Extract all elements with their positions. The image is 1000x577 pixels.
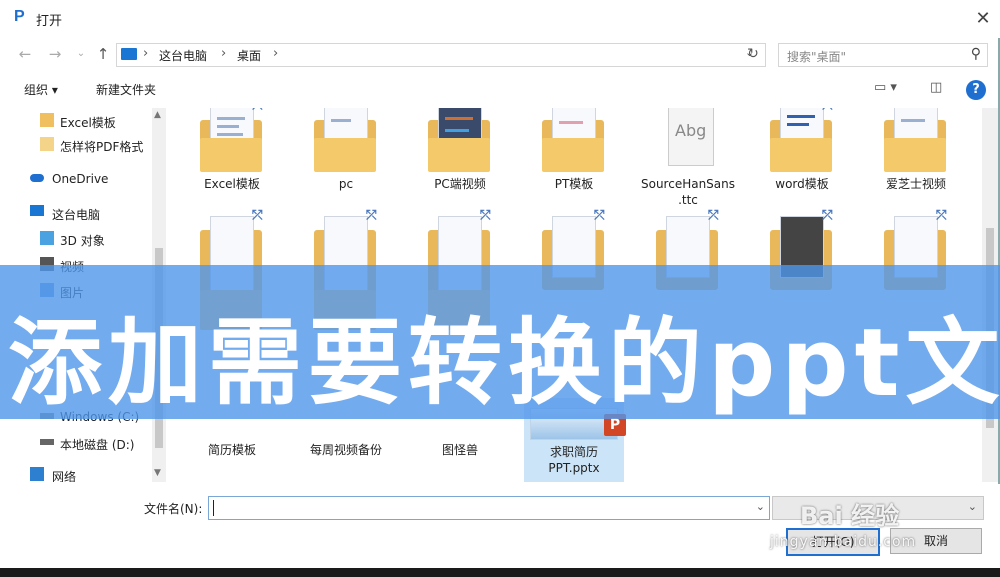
breadcrumb-desktop[interactable]: 桌面 (237, 47, 261, 64)
search-input[interactable]: 搜索"桌面" ⚲ (778, 43, 988, 67)
computer-icon (30, 205, 44, 216)
organize-button[interactable]: 组织 ▾ (24, 81, 58, 98)
folder-icon (314, 108, 376, 172)
cloud-icon (30, 174, 44, 182)
preview-pane-icon[interactable]: ◫ (930, 80, 942, 95)
sidebar-item-excel-templates[interactable]: Excel模板 (0, 110, 150, 132)
watermark-logo-text: Bai 经验 (800, 502, 900, 530)
folder-item-word-templates[interactable]: ⤱ word模板 (752, 108, 852, 228)
window-title: 打开 (36, 14, 63, 29)
sidebar-item-label: 这台电脑 (52, 208, 101, 222)
recent-locations-icon[interactable]: ⌄ (70, 44, 92, 64)
wps-app-icon: P (14, 8, 25, 25)
help-icon[interactable]: ? (966, 80, 986, 100)
file-name: word模板 (775, 177, 829, 191)
filename-label: 文件名(N): (144, 502, 203, 516)
network-icon (30, 467, 44, 481)
folder-icon: ⤱ (770, 108, 832, 172)
file-name: Excel模板 (204, 177, 260, 191)
sidebar-item-drive-d[interactable]: 本地磁盘 (D:) (0, 432, 150, 454)
up-arrow-icon[interactable]: ↑ (92, 44, 114, 64)
search-placeholder: 搜索"桌面" (787, 50, 847, 64)
sidebar-item-network[interactable]: 网络 (0, 464, 150, 482)
forward-arrow-icon[interactable]: → (44, 44, 66, 64)
cube-icon (40, 231, 54, 245)
file-name: PC端视频 (434, 177, 486, 191)
folder-item-excel-templates[interactable]: ⤱ Excel模板 (182, 108, 282, 228)
folder-icon (40, 113, 54, 127)
search-icon[interactable]: ⚲ (971, 46, 981, 62)
sidebar-item-pdf-doc[interactable]: 怎样将PDF格式 (0, 134, 150, 156)
sidebar-item-label: 本地磁盘 (D:) (60, 438, 135, 452)
back-arrow-icon[interactable]: ← (14, 44, 36, 64)
chevron-right-icon[interactable]: › (221, 46, 226, 61)
shared-icon: ⤱ (936, 208, 947, 223)
folder-item-pc-videos[interactable]: PC端视频 (410, 108, 510, 228)
computer-icon (121, 48, 137, 60)
file-name: pc (338, 177, 354, 191)
file-name: SourceHanSans .ttc (640, 177, 736, 207)
folder-icon (428, 108, 490, 172)
file-item-sourcehansans[interactable]: Abg SourceHanSans .ttc (638, 108, 738, 228)
chevron-right-icon[interactable]: › (143, 46, 148, 61)
shared-icon: ⤱ (252, 208, 263, 223)
sidebar-item-label: OneDrive (52, 172, 109, 186)
file-name: 简历模板 (207, 443, 256, 457)
chevron-down-icon[interactable]: ⌄ (756, 500, 765, 513)
folder-item-aizhishi-videos[interactable]: 爱芝士视频 (866, 108, 966, 228)
caption-text: 添加需要转换的ppt文 (8, 309, 1000, 418)
folder-item-pc[interactable]: pc (296, 108, 396, 228)
refresh-icon[interactable]: ↻ (742, 44, 764, 64)
scroll-up-icon[interactable]: ▲ (154, 110, 161, 120)
new-folder-button[interactable]: 新建文件夹 (96, 81, 156, 98)
sidebar-item-this-pc[interactable]: 这台电脑 (0, 202, 150, 224)
drive-icon (40, 439, 54, 445)
organize-label: 组织 (24, 83, 49, 97)
view-options-icon[interactable]: ▭ ▾ (874, 80, 897, 95)
screen-edge (0, 568, 1000, 577)
shared-icon: ⤱ (594, 208, 605, 223)
file-name: 每周视频备份 (309, 443, 382, 457)
sidebar-item-onedrive[interactable]: OneDrive (0, 168, 150, 190)
folder-icon: ⤱ (200, 108, 262, 172)
watermark-url: jingyan.baidu.com (770, 534, 917, 550)
scroll-down-icon[interactable]: ▼ (154, 468, 161, 478)
address-bar[interactable]: › 这台电脑 › 桌面 › ⌄ (116, 43, 766, 67)
folder-item-pt-templates[interactable]: PT模板 (524, 108, 624, 228)
command-toolbar: 组织 ▾ 新建文件夹 ▭ ▾ ◫ ? (0, 76, 1000, 104)
shared-icon: ⤱ (822, 208, 833, 223)
shared-icon: ⤱ (822, 108, 832, 113)
shared-icon: ⤱ (708, 208, 719, 223)
caption-banner: 添加需要转换的ppt文 (0, 265, 1000, 419)
shared-icon: ⤱ (366, 208, 377, 223)
sidebar-item-label: 网络 (52, 470, 77, 482)
file-name: 爱芝士视频 (885, 177, 946, 191)
font-file-icon: Abg (668, 108, 714, 166)
file-name: 求职简历 PPT.pptx (548, 445, 600, 475)
baidu-jingyan-watermark: Bai 经验 jingyan.baidu.com (770, 496, 990, 556)
sidebar-item-label: 3D 对象 (60, 234, 105, 248)
chevron-right-icon[interactable]: › (273, 46, 278, 61)
file-name: PT模板 (554, 177, 594, 191)
text-caret (213, 500, 214, 516)
folder-icon (884, 108, 946, 172)
filename-input[interactable]: ⌄ (208, 496, 770, 520)
sidebar-item-3d-objects[interactable]: 3D 对象 (0, 228, 150, 250)
title-bar: P 打开 ✕ (0, 0, 1000, 38)
file-name: 图怪兽 (441, 443, 478, 457)
breadcrumb-this-pc[interactable]: 这台电脑 (159, 47, 207, 64)
close-icon[interactable]: ✕ (968, 6, 998, 32)
folder-icon (542, 108, 604, 172)
document-icon (40, 137, 54, 151)
sidebar-item-label: 怎样将PDF格式 (60, 140, 144, 154)
shared-icon: ⤱ (252, 108, 262, 113)
shared-icon: ⤱ (480, 208, 491, 223)
sidebar-item-label: Excel模板 (60, 116, 116, 130)
navigation-bar: ← → ⌄ ↑ › 这台电脑 › 桌面 › ⌄ ↻ 搜索"桌面" ⚲ (0, 38, 1000, 70)
